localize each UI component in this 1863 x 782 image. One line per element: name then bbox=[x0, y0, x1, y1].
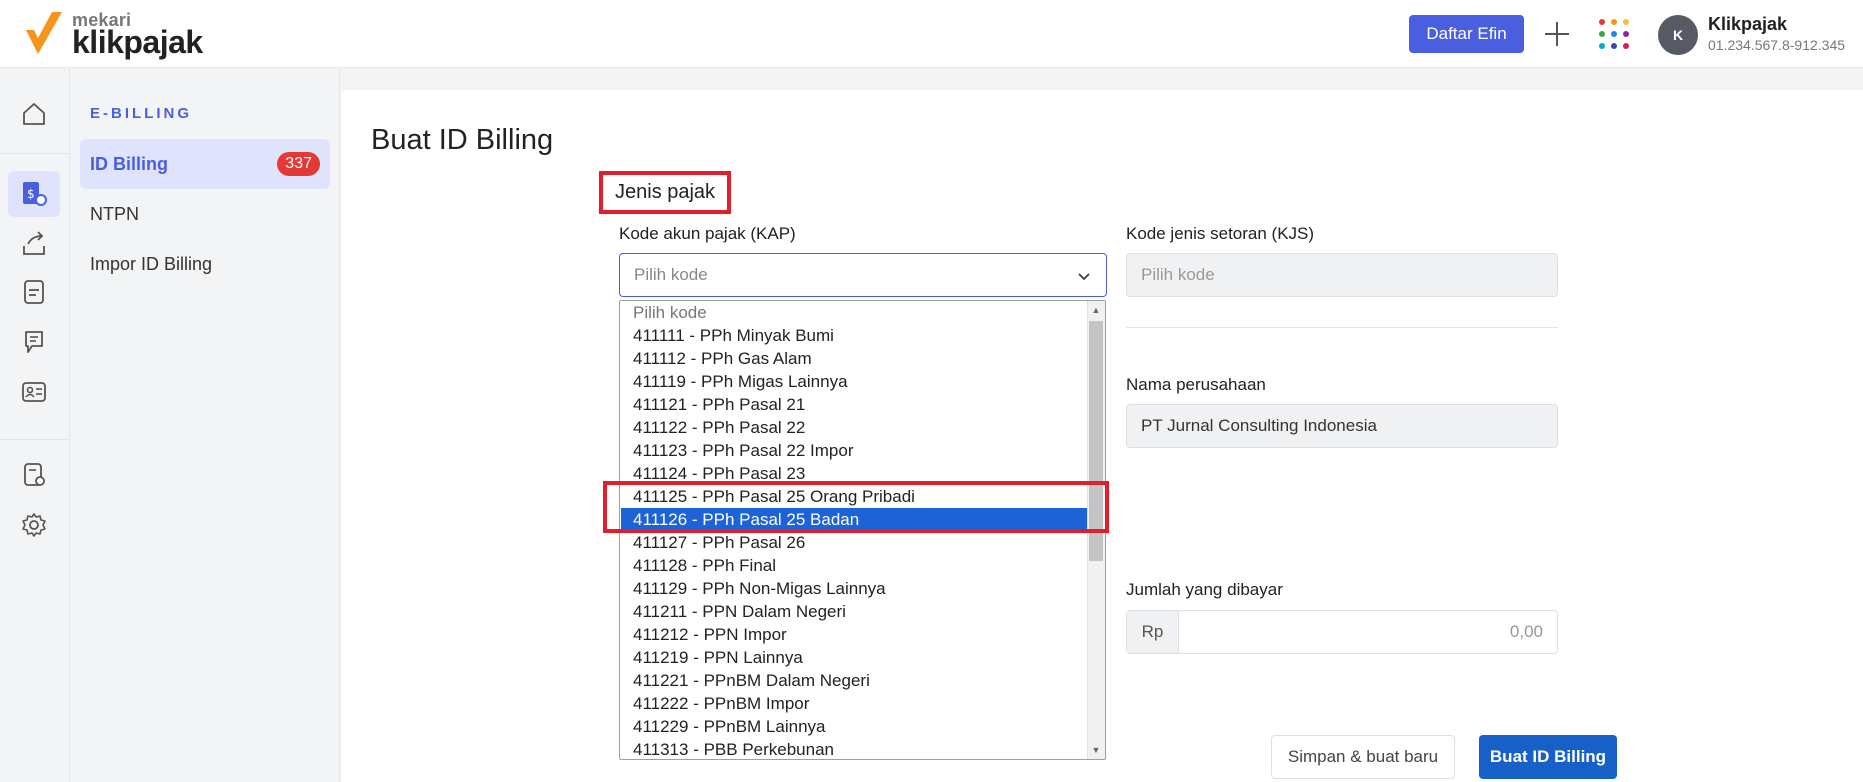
logo-brand-text: klikpajak bbox=[72, 24, 203, 60]
dropdown-scrollbar[interactable]: ▲ ▼ bbox=[1087, 301, 1105, 759]
home-icon bbox=[23, 103, 45, 125]
klikpajak-logo[interactable]: mekari klikpajak bbox=[24, 8, 224, 60]
submenu-title: E-BILLING bbox=[90, 105, 192, 122]
rail-document-settings[interactable] bbox=[8, 452, 60, 498]
scrollbar-thumb[interactable] bbox=[1089, 321, 1103, 561]
rail-id-card[interactable] bbox=[8, 369, 60, 415]
dropdown-option[interactable]: 411127 - PPh Pasal 26 bbox=[621, 531, 1087, 554]
daftar-efin-button[interactable]: Daftar Efin bbox=[1409, 15, 1524, 53]
gear-icon bbox=[22, 513, 46, 537]
kjs-select-value: Pilih kode bbox=[1141, 265, 1215, 284]
chevron-down-icon bbox=[1078, 273, 1090, 281]
logo-check-icon bbox=[26, 12, 62, 54]
amount-input[interactable]: Rp 0,00 bbox=[1126, 610, 1558, 654]
kap-label: Kode akun pajak (KAP) bbox=[619, 224, 796, 243]
dropdown-option[interactable]: 411222 - PPnBM Impor bbox=[621, 692, 1087, 715]
submenu-item-id-billing[interactable]: ID Billing 337 bbox=[80, 139, 330, 189]
kap-dropdown-list[interactable]: Pilih kode 411111 - PPh Minyak Bumi 411112… bbox=[619, 300, 1106, 760]
dropdown-option[interactable]: 411122 - PPh Pasal 22 bbox=[621, 416, 1087, 439]
scroll-down-arrow-icon[interactable]: ▼ bbox=[1090, 744, 1102, 756]
page-title: Buat ID Billing bbox=[371, 124, 554, 156]
create-id-billing-button[interactable]: Buat ID Billing bbox=[1479, 735, 1617, 779]
scroll-up-arrow-icon[interactable]: ▲ bbox=[1090, 304, 1102, 316]
icon-rail: $ bbox=[0, 69, 70, 782]
top-header: mekari klikpajak Daftar Efin K Klikpajak… bbox=[0, 0, 1863, 68]
rail-billing[interactable]: $ bbox=[8, 171, 60, 217]
dropdown-option[interactable]: 411125 - PPh Pasal 25 Orang Pribadi bbox=[621, 485, 1087, 508]
document-icon bbox=[24, 280, 44, 304]
ebilling-submenu: E-BILLING ID Billing 337 NTPN Impor ID B… bbox=[70, 69, 340, 782]
submenu-item-impor-id-billing[interactable]: Impor ID Billing bbox=[80, 239, 330, 289]
dropdown-option[interactable]: 411129 - PPh Non-Migas Lainnya bbox=[621, 577, 1087, 600]
kjs-label: Kode jenis setoran (KJS) bbox=[1126, 224, 1315, 243]
dropdown-option[interactable]: 411313 - PBB Perkebunan bbox=[621, 738, 1087, 759]
dropdown-option[interactable]: 411211 - PPN Dalam Negeri bbox=[621, 600, 1087, 623]
kap-select-value: Pilih kode bbox=[634, 265, 708, 284]
dropdown-option[interactable]: 411119 - PPh Migas Lainnya bbox=[621, 370, 1087, 393]
dropdown-option[interactable]: 411128 - PPh Final bbox=[621, 554, 1087, 577]
dropdown-option[interactable]: 411121 - PPh Pasal 21 bbox=[621, 393, 1087, 416]
submenu-item-ntpn[interactable]: NTPN bbox=[80, 189, 330, 239]
save-and-new-button[interactable]: Simpan & buat baru bbox=[1271, 735, 1455, 779]
plus-icon[interactable] bbox=[1541, 16, 1573, 52]
rail-receipt[interactable] bbox=[8, 319, 60, 365]
company-field-value: PT Jurnal Consulting Indonesia bbox=[1141, 416, 1377, 435]
company-label: Nama perusahaan bbox=[1126, 375, 1266, 394]
settings-document-icon bbox=[24, 463, 45, 486]
rail-home[interactable] bbox=[8, 91, 60, 137]
apps-grid-icon[interactable] bbox=[1596, 16, 1632, 52]
dropdown-option[interactable]: 411221 - PPnBM Dalam Negeri bbox=[621, 669, 1087, 692]
dropdown-option[interactable]: 411229 - PPnBM Lainnya bbox=[621, 715, 1087, 738]
user-name[interactable]: Klikpajak bbox=[1708, 14, 1787, 35]
section-title-jenis-pajak: Jenis pajak bbox=[599, 171, 732, 214]
dropdown-option[interactable]: 411111 - PPh Minyak Bumi bbox=[621, 324, 1087, 347]
rail-document[interactable] bbox=[8, 269, 60, 315]
count-badge: 337 bbox=[277, 152, 320, 176]
user-npwp: 01.234.567.8-912.345 bbox=[1708, 37, 1846, 53]
section-divider bbox=[1126, 327, 1558, 328]
rail-upload[interactable] bbox=[8, 221, 60, 267]
dropdown-option[interactable]: 411126 - PPh Pasal 25 Badan bbox=[621, 508, 1087, 531]
submenu-item-label: Impor ID Billing bbox=[90, 253, 213, 274]
upload-icon bbox=[23, 231, 45, 255]
submenu-item-label: ID Billing bbox=[90, 153, 168, 174]
svg-text:$: $ bbox=[27, 187, 35, 201]
company-field[interactable]: PT Jurnal Consulting Indonesia bbox=[1126, 404, 1558, 448]
dropdown-option[interactable]: 411212 - PPN Impor bbox=[621, 623, 1087, 646]
currency-prefix: Rp bbox=[1127, 611, 1179, 653]
submenu-item-label: NTPN bbox=[90, 203, 139, 224]
billing-icon: $ bbox=[23, 182, 47, 206]
user-avatar[interactable]: K bbox=[1658, 15, 1698, 55]
dropdown-option[interactable]: 411123 - PPh Pasal 22 Impor bbox=[621, 439, 1087, 462]
kap-select[interactable]: Pilih kode bbox=[619, 253, 1107, 297]
dropdown-option[interactable]: Pilih kode bbox=[621, 301, 1087, 324]
amount-label: Jumlah yang dibayar bbox=[1126, 580, 1283, 599]
dropdown-option[interactable]: 411219 - PPN Lainnya bbox=[621, 646, 1087, 669]
dropdown-option[interactable]: 411124 - PPh Pasal 23 bbox=[621, 462, 1087, 485]
kjs-select[interactable]: Pilih kode bbox=[1126, 253, 1558, 297]
rail-settings[interactable] bbox=[8, 502, 60, 548]
dropdown-option[interactable]: 411112 - PPh Gas Alam bbox=[621, 347, 1087, 370]
receipt-icon bbox=[25, 331, 43, 353]
amount-value: 0,00 bbox=[1509, 622, 1543, 641]
id-card-icon bbox=[22, 382, 46, 402]
